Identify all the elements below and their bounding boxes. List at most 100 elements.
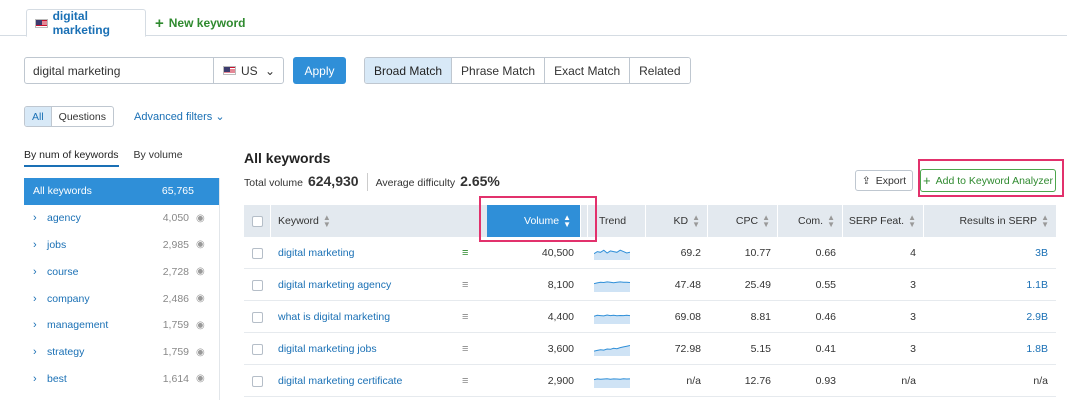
competition-value: 0.41 (815, 343, 836, 355)
competition-value: 0.55 (815, 279, 836, 291)
broad-match-button[interactable]: Broad Match (365, 58, 453, 83)
keyword-link[interactable]: digital marketing (278, 237, 458, 269)
sidebar-item-strategy[interactable]: › strategy 1,759 ◉ (24, 339, 219, 366)
sidebar-item-count: 1,759 (162, 319, 189, 332)
kd-value: n/a (686, 375, 701, 387)
kd-value: 47.48 (674, 279, 701, 291)
column-cpc[interactable]: CPC ▲ ▼ (708, 205, 778, 237)
sidebar-item-best[interactable]: › best 1,614 ◉ (24, 366, 219, 393)
sidebar-item-agency[interactable]: › agency 4,050 ◉ (24, 205, 219, 232)
related-button[interactable]: Related (630, 58, 690, 83)
exact-match-button[interactable]: Exact Match (545, 58, 631, 83)
sort-icon: ▲ ▼ (908, 213, 916, 229)
row-checkbox[interactable] (252, 247, 263, 259)
total-volume-label: Total volume (244, 177, 303, 189)
new-keyword-tab[interactable]: + New keyword (155, 9, 245, 37)
sort-icon: ▲ ▼ (827, 213, 835, 229)
column-serp-features[interactable]: SERP Feat. ▲ ▼ (843, 205, 924, 237)
sidebar-item-all-keywords[interactable]: All keywords 65,765 (24, 178, 219, 205)
keyword-search-input[interactable] (24, 57, 214, 84)
row-select-cell (244, 237, 271, 269)
all-questions-toggle: All Questions (24, 106, 114, 127)
eye-icon[interactable]: ◉ (196, 320, 210, 331)
cpc-value: 8.81 (750, 311, 771, 323)
table-row: digital marketing jobs ≡ 3,600 72.98 5.15 0.4… (244, 333, 1056, 365)
trend-area (594, 281, 630, 292)
divider (366, 173, 368, 191)
chevron-down-icon: ⌄ (264, 63, 275, 78)
cpc-value: 10.77 (744, 247, 771, 259)
sidebar-item-label: All keywords (33, 185, 92, 198)
add-to-list-icon[interactable]: ≡ (462, 365, 478, 397)
add-to-list-icon[interactable]: ≡ (462, 301, 478, 333)
chevron-right-icon: › (33, 238, 37, 251)
all-toggle[interactable]: All (25, 107, 52, 126)
sidebar-item-count: 65,765 (161, 185, 194, 198)
us-flag-icon (223, 66, 236, 75)
row-checkbox[interactable] (252, 311, 263, 323)
select-all-checkbox[interactable] (251, 215, 263, 227)
keyword-link[interactable]: digital marketing certificate (278, 365, 458, 397)
chevron-right-icon: › (33, 265, 37, 278)
tab-by-num-keywords[interactable]: By num of keywords (24, 149, 119, 167)
chevron-right-icon: › (33, 346, 37, 359)
serp-features-value: 3 (910, 279, 916, 291)
add-to-list-icon[interactable]: ≡ (462, 333, 478, 365)
trend-chart-icon (594, 314, 630, 324)
competition-value: 0.66 (815, 247, 836, 259)
questions-toggle[interactable]: Questions (52, 107, 113, 126)
add-to-list-icon[interactable]: ≡ (462, 237, 478, 269)
trend-sparkline (594, 333, 630, 365)
row-checkbox[interactable] (252, 279, 263, 291)
keyword-link[interactable]: what is digital marketing (278, 301, 458, 333)
results-in-serp-value[interactable]: 2.9B (924, 301, 1048, 333)
volume-value: 2,900 (547, 375, 574, 387)
trend-sparkline (594, 269, 630, 301)
trend-sparkline (594, 365, 630, 397)
page-title: All keywords (244, 150, 331, 166)
volume-value: 3,600 (547, 343, 574, 355)
column-keyword[interactable]: Keyword ▲ ▼ (271, 205, 481, 237)
keyword-link[interactable]: digital marketing agency (278, 269, 458, 301)
sidebar-item-company[interactable]: › company 2,486 ◉ (24, 285, 219, 312)
trend-chart-icon (594, 249, 630, 260)
eye-icon[interactable]: ◉ (196, 293, 210, 304)
country-select[interactable]: US ⌄ (213, 57, 284, 84)
column-competition[interactable]: Com. ▲ ▼ (778, 205, 843, 237)
trend-chart-icon (594, 281, 630, 292)
row-checkbox[interactable] (252, 343, 263, 355)
eye-icon[interactable]: ◉ (196, 213, 210, 224)
phrase-match-button[interactable]: Phrase Match (452, 58, 546, 83)
eye-icon[interactable]: ◉ (196, 266, 210, 277)
add-to-list-icon[interactable]: ≡ (462, 269, 478, 301)
column-label: Keyword (278, 215, 319, 227)
volume-value: 40,500 (541, 247, 574, 259)
keyword-groups-list: All keywords 65,765 › agency 4,050 ◉ › j… (24, 178, 220, 400)
volume-value: 4,400 (547, 311, 574, 323)
results-in-serp-value[interactable]: 1.8B (924, 333, 1048, 365)
sidebar-item-count: 2,486 (162, 292, 189, 305)
country-label: US (241, 63, 258, 78)
highlight-annotation (479, 196, 597, 242)
apply-button[interactable]: Apply (293, 57, 346, 84)
cpc-value: 25.49 (744, 279, 771, 291)
results-in-serp-value[interactable]: 1.1B (924, 269, 1048, 301)
advanced-filters-link[interactable]: Advanced filters ⌄ (134, 110, 225, 123)
sidebar-item-jobs[interactable]: › jobs 2,985 ◉ (24, 232, 219, 259)
trend-sparkline (594, 237, 630, 269)
keyword-link[interactable]: digital marketing jobs (278, 333, 458, 365)
eye-icon[interactable]: ◉ (196, 373, 210, 384)
sidebar-item-course[interactable]: › course 2,728 ◉ (24, 258, 219, 285)
tab-digital-marketing[interactable]: digital marketing (26, 9, 146, 37)
sidebar-item-management[interactable]: › management 1,759 ◉ (24, 312, 219, 339)
column-results-in-serp[interactable]: Results in SERP ▲ ▼ (924, 205, 1056, 237)
tab-by-volume[interactable]: By volume (134, 149, 183, 167)
serp-features-value: 3 (910, 311, 916, 323)
results-in-serp-value[interactable]: 3B (924, 237, 1048, 269)
eye-icon[interactable]: ◉ (196, 347, 210, 358)
total-volume-value: 624,930 (307, 173, 359, 189)
column-kd[interactable]: KD ▲ ▼ (646, 205, 708, 237)
row-checkbox[interactable] (252, 375, 263, 387)
export-button[interactable]: ⇪ Export (855, 170, 913, 191)
eye-icon[interactable]: ◉ (196, 239, 210, 250)
